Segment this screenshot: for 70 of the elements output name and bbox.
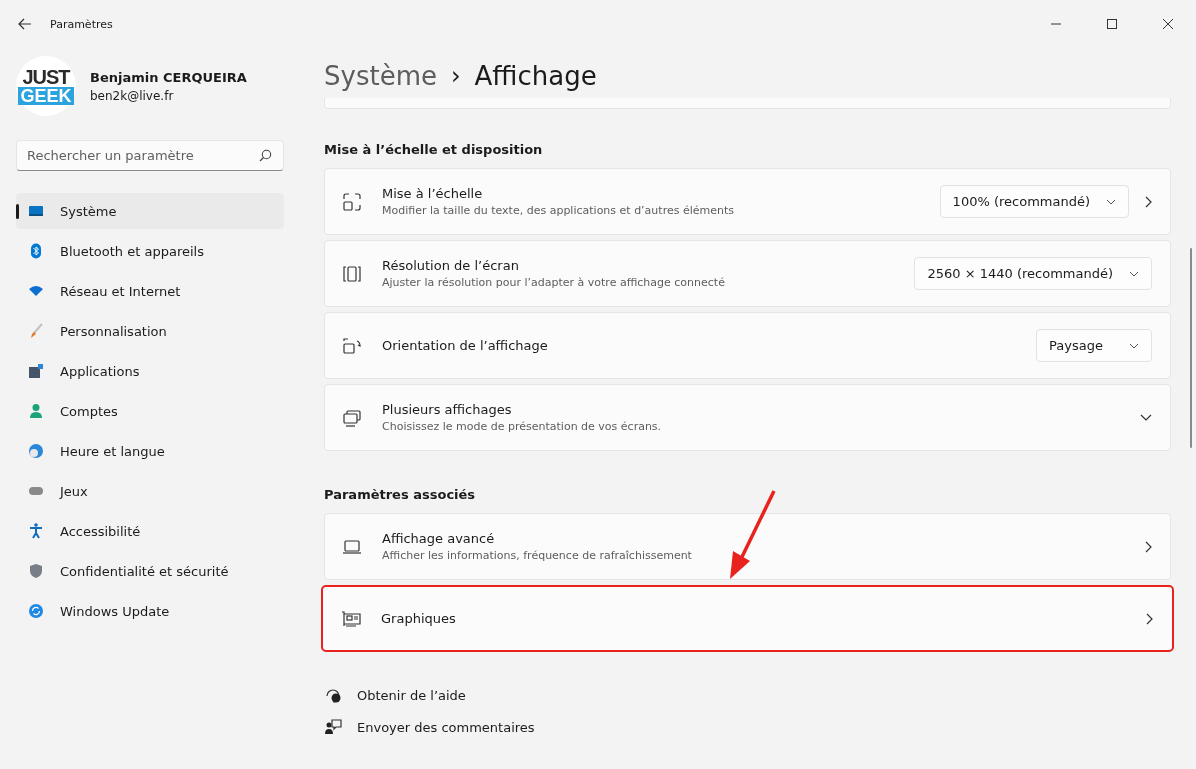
chevron-down-icon <box>1129 270 1139 277</box>
setting-description: Modifier la taille du texte, des applications et d’autres éléments <box>382 204 735 217</box>
setting-icon <box>342 263 362 284</box>
search-icon <box>259 149 272 162</box>
apps-icon <box>28 363 44 379</box>
maximize-icon[interactable] <box>1107 19 1117 29</box>
chevron-right-icon <box>1146 612 1153 625</box>
section-title: Paramètres associés <box>324 487 477 502</box>
chevron-down-icon[interactable] <box>1140 414 1152 421</box>
refresh-icon <box>28 603 44 619</box>
section-title: Mise à l’échelle et disposition <box>324 142 544 157</box>
setting-description: Choisissez le mode de présentation de vos écrans. <box>382 420 663 433</box>
sidebar-item[interactable]: Personnalisation <box>16 313 284 349</box>
sidebar-item[interactable]: Jeux <box>16 473 284 509</box>
sidebar-item[interactable]: Réseau et Internet <box>16 273 284 309</box>
sidebar-item[interactable]: Comptes <box>16 393 284 429</box>
setting-icon <box>341 608 361 629</box>
sidebar-item[interactable]: Windows Update <box>16 593 284 629</box>
breadcrumb-separator: › <box>450 62 461 90</box>
user-email: ben2k@live.fr <box>90 88 175 103</box>
setting-title: Orientation de l’affichage <box>382 338 549 353</box>
setting-row[interactable]: Orientation de l’affichage Paysage <box>324 312 1171 379</box>
setting-description: Afficher les informations, fréquence de rafraîchissement <box>382 549 693 562</box>
setting-title: Plusieurs affichages <box>382 402 513 417</box>
sidebar-item[interactable]: Accessibilité <box>16 513 284 549</box>
sidebar-item[interactable]: Bluetooth et appareils <box>16 233 284 269</box>
help-icon <box>324 686 342 704</box>
back-arrow-icon[interactable] <box>18 18 32 30</box>
window-title: Paramètres <box>50 17 113 31</box>
setting-title: Résolution de l’écran <box>382 258 520 273</box>
clock-globe-icon <box>28 443 44 459</box>
close-icon[interactable] <box>1163 19 1173 29</box>
setting-icon <box>342 191 362 212</box>
monitor-icon <box>28 203 44 219</box>
setting-title: Affichage avancé <box>382 531 496 546</box>
setting-title: Graphiques <box>381 611 457 626</box>
shield-icon <box>28 563 44 579</box>
user-name: Benjamin CERQUEIRA <box>90 69 247 85</box>
avatar-logo: JUST GEEK <box>16 56 76 116</box>
breadcrumb-parent[interactable]: Système <box>324 61 437 91</box>
accessibility-icon <box>28 523 44 539</box>
chevron-right-icon <box>1145 195 1152 208</box>
setting-row[interactable]: Mise à l’échelle Modifier la taille du texte, des applications et d’autres éléments 100% (recommandé) <box>324 168 1171 235</box>
brush-icon <box>28 323 44 339</box>
sidebar-item[interactable]: Applications <box>16 353 284 389</box>
dropdown[interactable]: 100% (recommandé) <box>939 185 1129 218</box>
sidebar-item[interactable]: Confidentialité et sécurité <box>16 553 284 589</box>
setting-icon <box>342 335 362 356</box>
chevron-down-icon <box>1129 342 1139 349</box>
dropdown[interactable]: Paysage <box>1036 329 1152 362</box>
footer-link[interactable]: Obtenir de l’aide <box>357 687 466 703</box>
setting-row[interactable]: Plusieurs affichages Choisissez le mode de présentation de vos écrans. <box>324 384 1171 451</box>
footer-link[interactable]: Envoyer des commentaires <box>357 719 535 735</box>
setting-row[interactable]: Résolution de l’écran Ajuster la résolution pour l’adapter à votre affichage connecté 2560 × 1440 (recommandé) <box>324 240 1171 307</box>
dropdown[interactable]: 2560 × 1440 (recommandé) <box>914 257 1152 290</box>
setting-row[interactable]: Affichage avancé Afficher les informations, fréquence de rafraîchissement <box>324 513 1171 580</box>
setting-title: Mise à l’échelle <box>382 186 484 201</box>
setting-icon <box>342 407 362 428</box>
chevron-right-icon <box>1145 540 1152 553</box>
page-title: Affichage <box>474 61 597 91</box>
wifi-icon <box>28 283 44 299</box>
scrollbar-thumb[interactable] <box>1190 248 1192 448</box>
person-icon <box>28 403 44 419</box>
bluetooth-icon <box>28 243 44 259</box>
sidebar-item[interactable]: Heure et langue <box>16 433 284 469</box>
sidebar-item[interactable]: Système <box>16 193 284 229</box>
chevron-down-icon <box>1106 198 1116 205</box>
search-field[interactable]: Rechercher un paramètre <box>16 140 284 171</box>
feedback-icon <box>324 718 342 736</box>
setting-description: Ajuster la résolution pour l’adapter à votre affichage connecté <box>382 276 726 289</box>
